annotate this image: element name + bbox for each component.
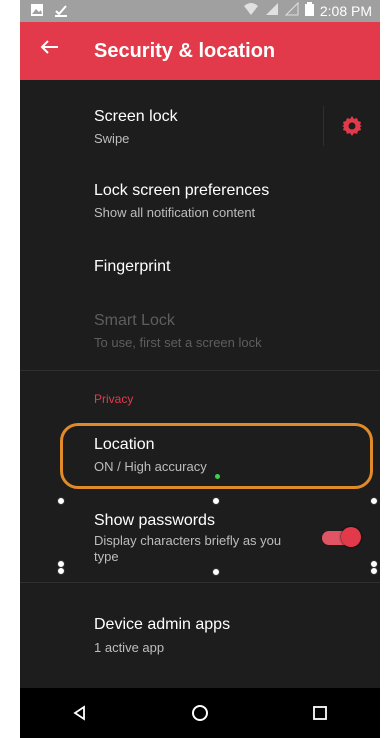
- show-passwords-toggle[interactable]: [322, 527, 361, 547]
- navigation-bar: [20, 688, 380, 738]
- nav-back-icon: [73, 705, 85, 721]
- item-title: Smart Lock: [94, 312, 175, 329]
- back-arrow-icon: [40, 40, 58, 54]
- toggle-knob: [341, 527, 361, 547]
- nav-recents-button[interactable]: [300, 693, 340, 733]
- resize-handle[interactable]: [370, 567, 378, 575]
- anchor-dot: [215, 474, 220, 479]
- status-time: 2:08 PM: [319, 2, 372, 19]
- privacy-section-header: Privacy: [94, 392, 134, 406]
- item-title: Fingerprint: [94, 258, 171, 275]
- resize-handle[interactable]: [212, 497, 220, 505]
- check-icon: [54, 3, 68, 22]
- item-subtitle: To use, first set a screen lock: [94, 335, 262, 350]
- item-title: Lock screen preferences: [94, 182, 270, 199]
- item-title: Device admin apps: [94, 616, 231, 633]
- screen-lock-settings-button[interactable]: [340, 114, 364, 138]
- resize-handle[interactable]: [57, 497, 65, 505]
- battery-icon: [304, 2, 314, 19]
- section-divider: [20, 582, 380, 583]
- phone-screen: 2:08 PM Security & location Screen lock …: [20, 0, 380, 738]
- nav-back-button[interactable]: [60, 693, 100, 733]
- page-title: Security & location: [94, 40, 276, 62]
- item-subtitle: Swipe: [94, 131, 130, 146]
- status-bar: 2:08 PM: [20, 0, 380, 22]
- divider: [323, 106, 324, 146]
- nav-home-icon: [192, 705, 208, 721]
- nav-home-button[interactable]: [180, 693, 220, 733]
- item-title: Show passwords: [94, 512, 215, 529]
- signal-icon-2: [284, 1, 299, 19]
- item-subtitle: Show all notification content: [94, 205, 256, 220]
- lock-screen-preferences-item[interactable]: Lock screen preferences Show all notific…: [20, 160, 380, 230]
- screen-lock-item[interactable]: Screen lock Swipe: [20, 80, 380, 160]
- image-icon: [30, 3, 44, 22]
- wifi-icon: [243, 2, 259, 19]
- resize-handle[interactable]: [370, 497, 378, 505]
- gear-icon: [342, 116, 362, 136]
- item-subtitle: Display characters briefly as you type: [94, 533, 282, 564]
- back-button[interactable]: [38, 36, 66, 64]
- resize-handle[interactable]: [212, 568, 220, 576]
- item-title: Screen lock: [94, 108, 178, 125]
- fingerprint-item[interactable]: Fingerprint: [20, 240, 380, 296]
- signal-icon: [265, 2, 279, 19]
- section-divider: [20, 370, 380, 371]
- device-admin-apps-item[interactable]: Device admin apps 1 active app: [20, 600, 380, 668]
- nav-recents-icon: [313, 706, 327, 720]
- selection-highlight: [60, 423, 373, 489]
- resize-handle[interactable]: [57, 567, 65, 575]
- item-subtitle: 1 active app: [94, 640, 165, 655]
- smart-lock-item: Smart Lock To use, first set a screen lo…: [20, 296, 380, 366]
- settings-list: Screen lock Swipe Lock screen preference…: [20, 80, 380, 688]
- app-bar: Security & location: [20, 22, 380, 80]
